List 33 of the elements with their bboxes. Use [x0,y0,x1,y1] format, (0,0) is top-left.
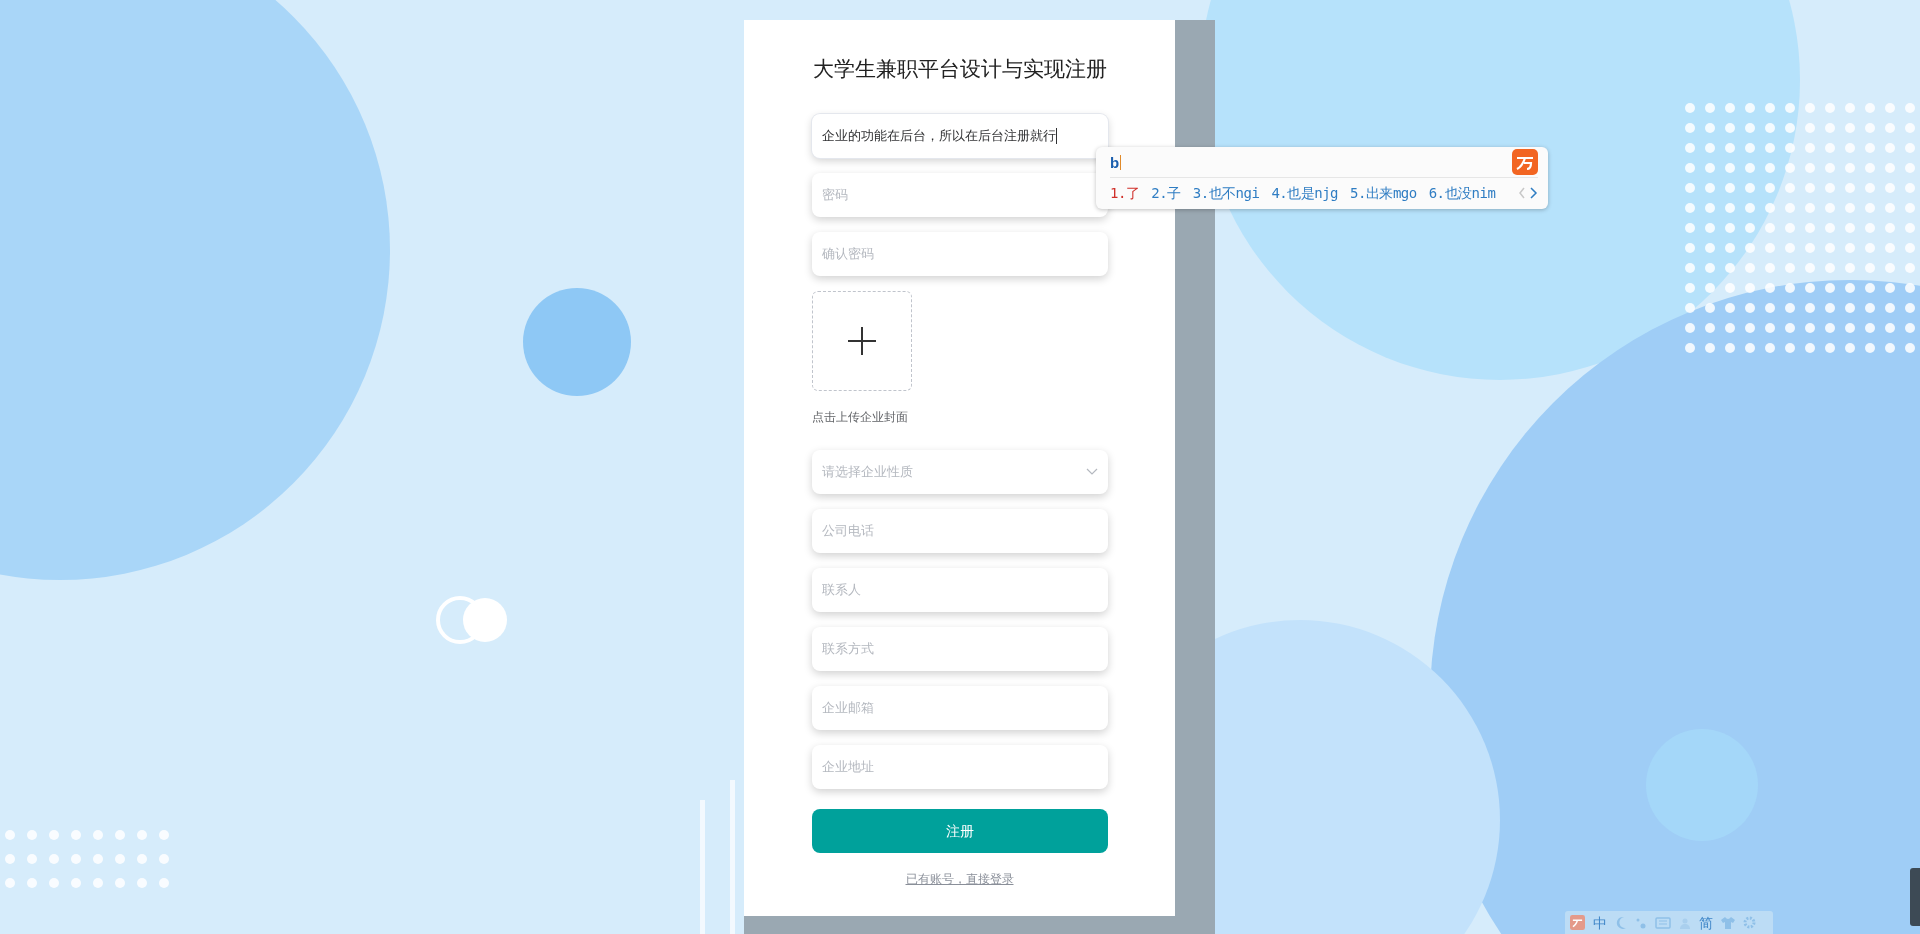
chevron-down-icon [1085,468,1098,476]
ring-pair-drawing [436,596,507,644]
input-field[interactable]: 企业地址 [811,745,1108,789]
plus-icon [847,327,876,355]
script-toggle[interactable]: 简 [1699,915,1713,930]
ime-candidate[interactable]: 5.出来mgo [1350,182,1417,204]
ime-candidate[interactable]: 2.子 [1151,182,1181,204]
upload-caption: 点击上传企业封面 [811,411,909,423]
register-button[interactable]: 注册 [811,809,1108,853]
ime-logo-icon[interactable] [1570,915,1585,930]
select-field[interactable]: 请选择企业性质 [811,450,1108,494]
input-field[interactable]: 联系方式 [811,627,1108,671]
login-link[interactable]: 已有账号，直接登录 [905,870,1014,888]
ime-candidate[interactable]: 6.也没nim [1428,182,1496,204]
punctuation-icon[interactable] [1635,916,1647,929]
page-title: 大学生兼职平台设计与实现注册 [812,58,1107,79]
input-field[interactable]: 联系人 [811,568,1108,612]
shirt-icon[interactable] [1721,916,1735,929]
input-field[interactable]: 企业邮箱 [811,686,1108,730]
scrollbar-handle[interactable] [1910,868,1920,926]
input-field[interactable]: 公司电话 [811,509,1108,553]
keyboard-icon[interactable] [1655,916,1671,929]
ime-candidate[interactable]: 3.也不ngi [1192,182,1260,204]
input-field[interactable]: 企业的功能在后台，所以在后台注册就行 [811,114,1108,158]
ime-candidate[interactable]: 1.了 [1110,182,1140,204]
ime-candidate[interactable]: 4.也是njg [1271,182,1339,204]
moon-icon[interactable] [1615,915,1627,930]
select-placeholder: 请选择企业性质 [821,463,913,482]
settings-icon[interactable] [1743,916,1756,929]
password-field[interactable]: 确认密码 [811,232,1108,276]
upload-box[interactable] [811,291,912,391]
input-mode-toggle[interactable]: 中 [1593,915,1607,930]
ime-input-text: b [1110,154,1122,170]
